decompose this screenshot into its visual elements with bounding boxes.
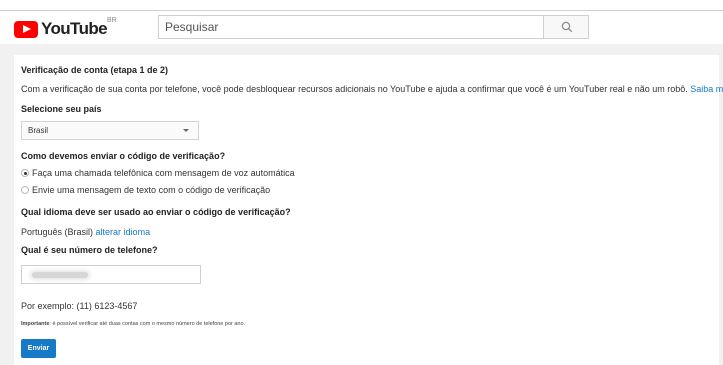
radio-voice-call-label[interactable]: Faça uma chamada telefônica com mensagem… bbox=[32, 168, 295, 178]
radio-voice-call[interactable] bbox=[21, 169, 29, 177]
search-icon bbox=[561, 21, 573, 33]
language-value: Português (Brasil) bbox=[21, 227, 94, 237]
radio-text-message[interactable] bbox=[21, 186, 29, 194]
search-button[interactable] bbox=[543, 15, 589, 39]
youtube-play-icon bbox=[14, 20, 38, 38]
intro-text: Com a verificação de sua conta por telef… bbox=[21, 84, 723, 94]
important-note: Importante: é possível verificar até dua… bbox=[21, 321, 245, 327]
method-label: Como devemos enviar o código de verifica… bbox=[21, 151, 226, 161]
learn-more-link[interactable]: Saiba mais bbox=[690, 84, 723, 94]
page-title: Verificação de conta (etapa 1 de 2) bbox=[21, 65, 169, 75]
important-note-text: : é possível verificar até duas contas c… bbox=[49, 321, 246, 327]
important-note-label: Importante bbox=[21, 321, 50, 327]
change-language-link[interactable]: alterar idioma bbox=[96, 227, 151, 237]
country-select[interactable]: Brasil bbox=[21, 121, 199, 140]
youtube-logo[interactable]: YouTube BR bbox=[14, 17, 117, 39]
search-input[interactable]: Pesquisar bbox=[158, 15, 544, 39]
submit-button[interactable]: Enviar bbox=[21, 339, 56, 358]
country-selected-value: Brasil bbox=[28, 126, 49, 135]
redacted-phone-number bbox=[32, 272, 88, 278]
radio-text-message-label[interactable]: Envie uma mensagem de texto com o código… bbox=[32, 185, 270, 195]
chevron-down-icon bbox=[183, 129, 189, 132]
phone-label: Qual é seu número de telefone? bbox=[21, 245, 158, 255]
language-label: Qual idioma deve ser usado ao enviar o c… bbox=[21, 207, 291, 217]
masthead: YouTube BR Pesquisar bbox=[0, 11, 723, 44]
phone-number-input[interactable] bbox=[21, 265, 201, 284]
region-code: BR bbox=[107, 17, 117, 24]
logo-wordmark: YouTube bbox=[41, 19, 108, 38]
content-area: Verificação de conta (etapa 1 de 2) Com … bbox=[0, 44, 723, 365]
verification-panel: Verificação de conta (etapa 1 de 2) Com … bbox=[14, 55, 723, 365]
country-label: Selecione seu país bbox=[21, 104, 102, 114]
intro-description: Com a verificação de sua conta por telef… bbox=[21, 84, 688, 94]
phone-example: Por exemplo: (11) 6123-4567 bbox=[21, 301, 138, 311]
language-row: Português (Brasil) alterar idioma bbox=[21, 227, 150, 237]
